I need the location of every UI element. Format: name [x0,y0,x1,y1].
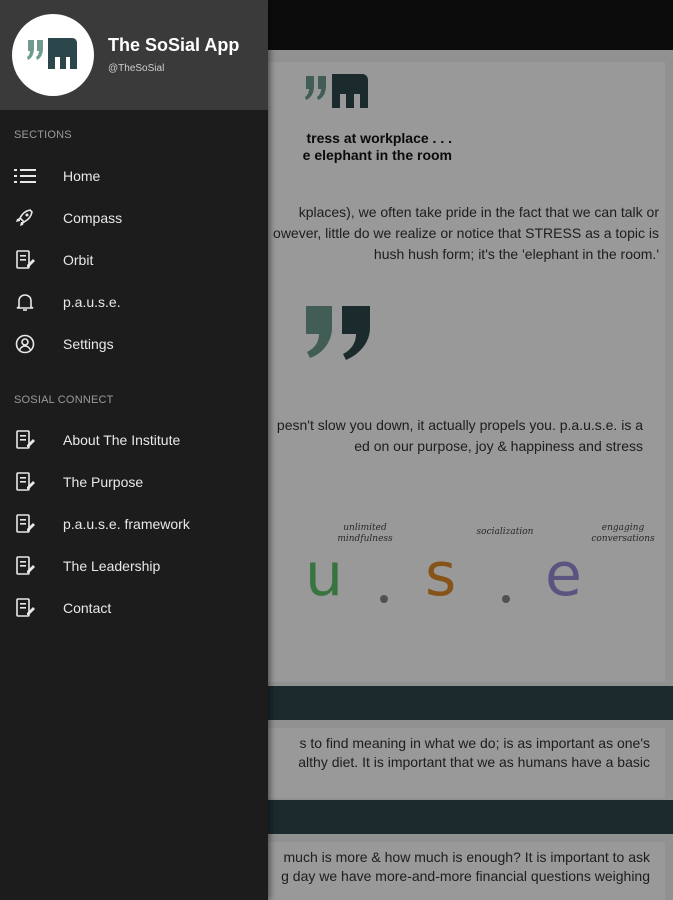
nav-label-pause-framework: p.a.u.s.e. framework [63,516,190,532]
bell-icon [16,294,34,311]
nav-label-contact: Contact [63,600,112,616]
app-logo-avatar [12,14,94,96]
nav-item-about-institute[interactable]: About The Institute [0,420,268,460]
nav-label-pause: p.a.u.s.e. [63,294,121,310]
app-title: The SoSial App [108,35,240,55]
app-handle: @TheSoSial [108,63,165,74]
nav-item-purpose[interactable]: The Purpose [0,462,268,502]
sections-label: SECTIONS [14,129,72,141]
navigation-drawer: The SoSial App @TheSoSial SECTIONS Home … [0,0,268,900]
edit-note-icon [16,598,35,617]
list-icon [14,169,36,183]
edit-note-icon [16,472,35,491]
rocket-icon [16,209,33,226]
nav-item-home[interactable]: Home [0,156,268,196]
nav-item-orbit[interactable]: Orbit [0,240,268,280]
nav-item-leadership[interactable]: The Leadership [0,546,268,586]
drawer-header: The SoSial App @TheSoSial [0,0,268,110]
user-circle-icon [15,334,35,354]
edit-note-icon [16,430,35,449]
nav-item-pause-framework[interactable]: p.a.u.s.e. framework [0,504,268,544]
nav-label-leadership: The Leadership [63,558,161,574]
sosial-connect-label: SOSIAL CONNECT [14,394,114,406]
nav-label-purpose: The Purpose [63,474,144,490]
nav-label-settings: Settings [63,336,114,352]
nav-item-pause[interactable]: p.a.u.s.e. [0,282,268,322]
nav-label-orbit: Orbit [63,252,94,268]
app-logo-icon [27,38,77,69]
nav-item-settings[interactable]: Settings [0,324,268,364]
edit-note-icon [16,556,35,575]
edit-note-icon [16,514,35,533]
nav-item-compass[interactable]: Compass [0,198,268,238]
nav-label-compass: Compass [63,210,123,226]
edit-note-icon [16,250,35,269]
screen: tress at workplace . . . e elephant in t… [0,0,673,900]
nav-label-about-institute: About The Institute [63,432,181,448]
nav-item-contact[interactable]: Contact [0,588,268,628]
nav-label-home: Home [63,168,101,184]
